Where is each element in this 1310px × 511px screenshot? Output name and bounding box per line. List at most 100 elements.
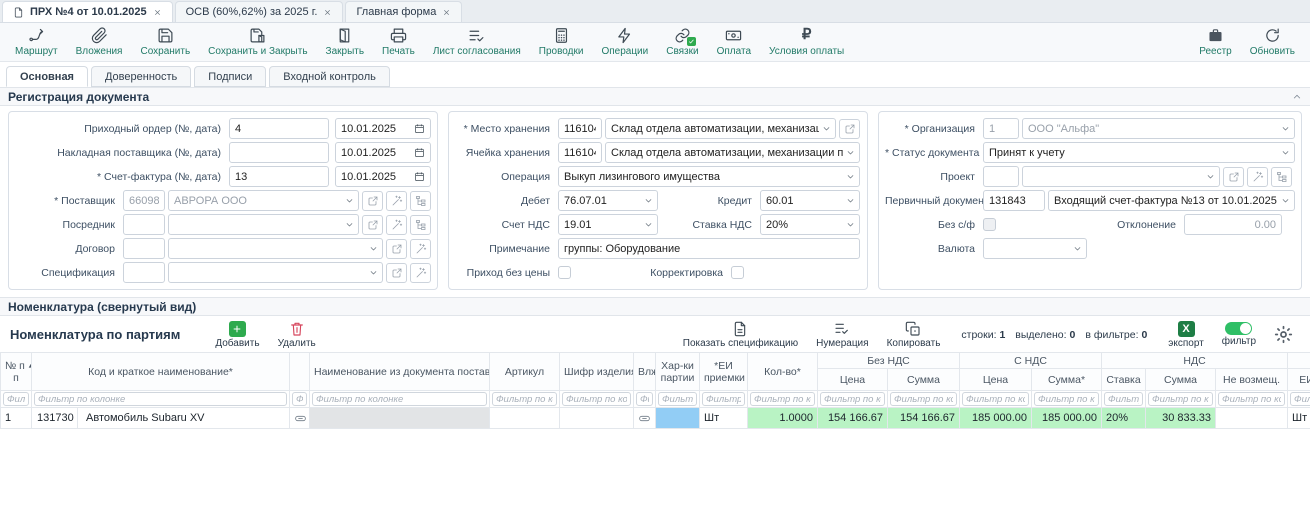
filter-input-link[interactable] — [292, 392, 307, 406]
cell-num[interactable]: 1 — [1, 408, 32, 429]
intermediary-code-input[interactable] — [123, 214, 165, 235]
add-row-button[interactable]: Добавить — [206, 321, 268, 349]
tab-input-control[interactable]: Входной контроль — [269, 66, 390, 87]
cell-vat-rate[interactable]: 20% — [1102, 408, 1146, 429]
order-number-input[interactable] — [229, 118, 329, 139]
operation-select[interactable]: Выкуп лизингового имущества — [558, 166, 860, 187]
waybill-date-field[interactable]: 10.01.2025 — [335, 142, 431, 163]
filter-input-price-no-vat[interactable] — [820, 392, 885, 406]
cell-batch[interactable] — [656, 408, 700, 429]
contract-open-button[interactable] — [386, 239, 407, 259]
cell-sum-no-vat[interactable]: 154 166.67 — [888, 408, 960, 429]
column-header-non-refund[interactable]: Не возмещ. — [1216, 369, 1288, 391]
calendar-icon[interactable] — [414, 123, 425, 134]
refresh-button[interactable]: Обновить — [1241, 27, 1304, 57]
supplier-wizard-button[interactable] — [386, 191, 407, 211]
cell-attachments[interactable] — [634, 408, 656, 429]
cell-price-no-vat[interactable]: 154 166.67 — [818, 408, 888, 429]
attachment-icon[interactable] — [638, 412, 651, 425]
column-header-link[interactable] — [290, 353, 310, 391]
specification-wizard-button[interactable] — [410, 263, 431, 283]
column-header-price-with-vat[interactable]: Цена — [960, 369, 1032, 391]
tab-signatures[interactable]: Подписи — [194, 66, 266, 87]
operations-button[interactable]: Операции — [592, 27, 657, 57]
show-specification-button[interactable]: Показать спецификацию — [674, 321, 807, 349]
contract-code-input[interactable] — [123, 238, 165, 259]
invoice-number-input[interactable] — [229, 166, 329, 187]
cell-article[interactable] — [490, 408, 560, 429]
specification-open-button[interactable] — [386, 263, 407, 283]
filter-input-article[interactable] — [492, 392, 557, 406]
cell-code-name[interactable]: 131730 Автомобиль Subaru XV — [32, 408, 290, 429]
supplier-select[interactable]: АВРОРА ООО — [168, 190, 359, 211]
column-header-vat-rate[interactable]: Ставка — [1102, 369, 1146, 391]
table-settings-button[interactable] — [1265, 325, 1302, 344]
intermediary-select[interactable] — [168, 214, 359, 235]
column-header-qty[interactable]: Кол-во* — [748, 353, 818, 391]
intermediary-tree-button[interactable] — [410, 215, 431, 235]
cell-price-with-vat[interactable]: 185 000.00 — [960, 408, 1032, 429]
filter-input-code-name[interactable] — [34, 392, 287, 406]
document-status-select[interactable]: Принят к учету — [983, 142, 1295, 163]
tab-main[interactable]: Основная — [6, 66, 88, 87]
export-excel-button[interactable]: X экспорт — [1159, 321, 1213, 349]
filter-input-unit[interactable] — [1290, 392, 1310, 406]
filter-input-non-refund[interactable] — [1218, 392, 1285, 406]
project-tree-button[interactable] — [1271, 167, 1292, 187]
close-icon[interactable] — [153, 8, 162, 17]
column-header-unit[interactable]: ЕИ — [1288, 369, 1310, 391]
organization-select[interactable]: ООО "Альфа" — [1022, 118, 1295, 139]
nomenclature-section-header[interactable]: Номенклатура (свернутый вид) — [0, 297, 1310, 316]
filter-input-sum-no-vat[interactable] — [890, 392, 957, 406]
order-date-field[interactable]: 10.01.2025 — [335, 118, 431, 139]
intermediary-open-button[interactable] — [362, 215, 383, 235]
approval-sheet-button[interactable]: Лист согласования — [424, 27, 530, 57]
supplier-open-button[interactable] — [362, 191, 383, 211]
project-open-button[interactable] — [1223, 167, 1244, 187]
project-code-input[interactable] — [983, 166, 1019, 187]
close-icon[interactable] — [442, 8, 451, 17]
column-header-batch[interactable]: Хар-ки партии — [656, 353, 700, 391]
primary-document-code-input[interactable] — [983, 190, 1045, 211]
close-button[interactable]: Закрыть — [317, 27, 374, 57]
window-tab-osv[interactable]: ОСВ (60%,62%) за 2025 г. — [175, 1, 344, 22]
column-header-unit-accept[interactable]: *ЕИ приемки — [700, 353, 748, 391]
credit-select[interactable]: 60.01 — [760, 190, 860, 211]
storage-select[interactable]: Склад отдела автоматизации, механизации … — [605, 118, 836, 139]
column-header-article[interactable]: Артикул — [490, 353, 560, 391]
note-input[interactable] — [558, 238, 860, 259]
filter-input-qty[interactable] — [750, 392, 815, 406]
column-header-code-name[interactable]: Код и краткое наименование* — [32, 353, 290, 391]
supplier-code-input[interactable] — [123, 190, 165, 211]
project-select[interactable] — [1022, 166, 1220, 187]
filter-input-vat-rate[interactable] — [1104, 392, 1143, 406]
cell-sum-with-vat[interactable]: 185 000.00 — [1032, 408, 1102, 429]
specification-select[interactable] — [168, 262, 383, 283]
specification-code-input[interactable] — [123, 262, 165, 283]
delete-row-button[interactable]: Удалить — [269, 321, 325, 349]
links-button[interactable]: Связки — [657, 27, 707, 57]
attachments-button[interactable]: Вложения — [67, 27, 132, 57]
cell-product-code[interactable] — [560, 408, 634, 429]
cell-non-refund[interactable] — [1216, 408, 1288, 429]
numbering-button[interactable]: Нумерация — [807, 321, 877, 349]
column-header-supplier-doc-name[interactable]: Наименование из документа поставщика — [310, 353, 490, 391]
currency-select[interactable] — [983, 238, 1087, 259]
toggle-on-icon[interactable] — [1225, 322, 1252, 335]
column-header-sum-with-vat[interactable]: Сумма* — [1032, 369, 1102, 391]
vat-account-select[interactable]: 19.01 — [558, 214, 658, 235]
filter-input-price-with-vat[interactable] — [962, 392, 1029, 406]
intermediary-wizard-button[interactable] — [386, 215, 407, 235]
no-price-checkbox[interactable] — [558, 266, 571, 279]
primary-document-select[interactable]: Входящий счет-фактура №13 от 10.01.2025 — [1048, 190, 1295, 211]
close-icon[interactable] — [323, 8, 332, 17]
column-header-product-code[interactable]: Шифр изделия — [560, 353, 634, 391]
waybill-number-input[interactable] — [229, 142, 329, 163]
cell-unit-accept[interactable]: Шт — [700, 408, 748, 429]
column-header-attachments[interactable]: Влж — [634, 353, 656, 391]
registry-button[interactable]: Реестр — [1190, 27, 1241, 57]
storage-code-input[interactable] — [558, 118, 602, 139]
filter-input-product-code[interactable] — [562, 392, 631, 406]
print-button[interactable]: Печать — [373, 27, 424, 57]
route-button[interactable]: Маршрут — [6, 27, 67, 57]
